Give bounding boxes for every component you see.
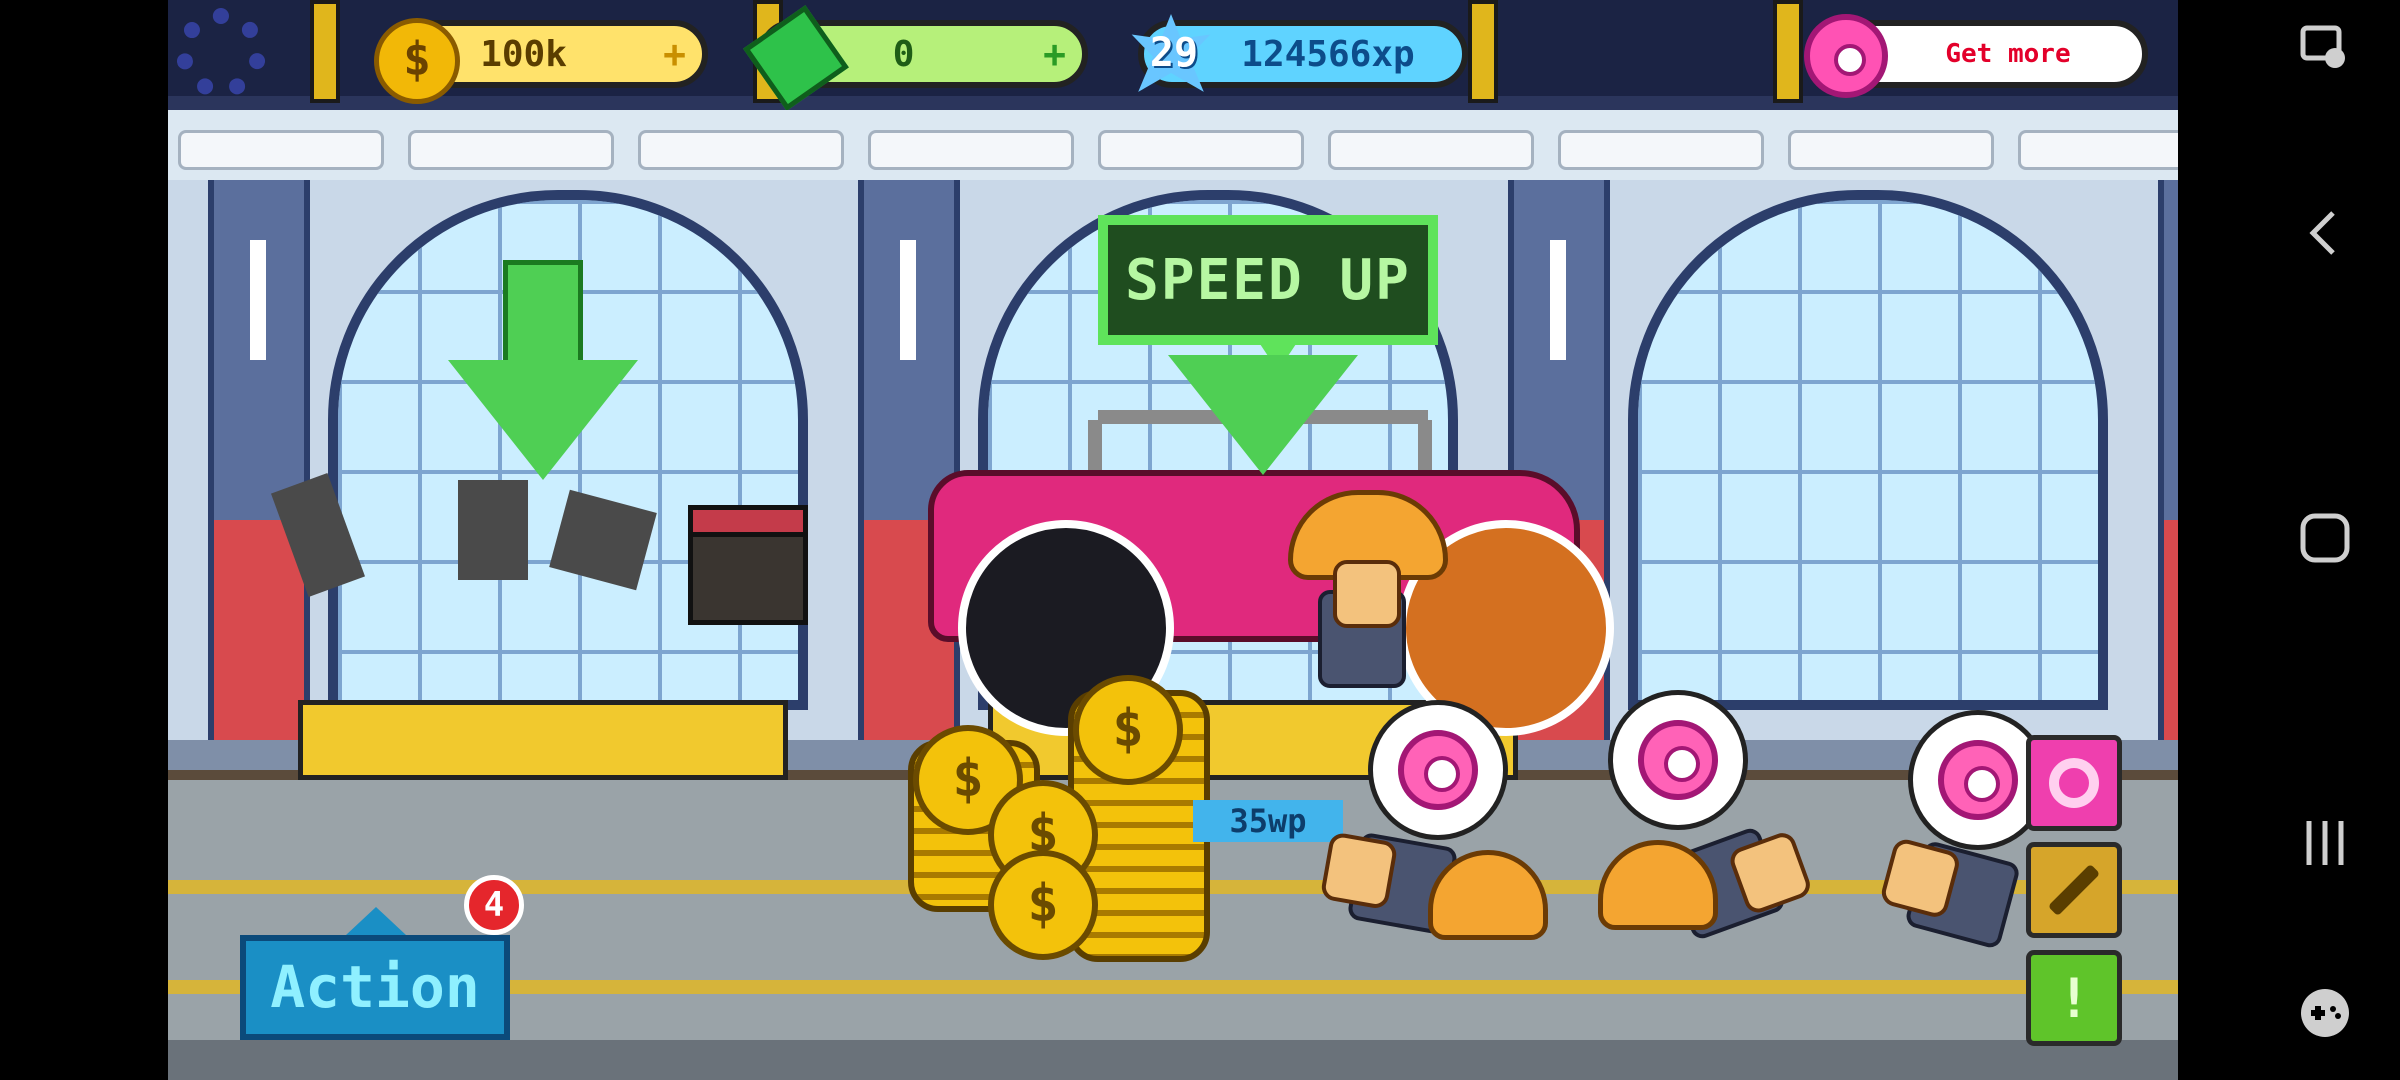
tools-button[interactable] <box>2026 842 2122 938</box>
action-label: Action <box>270 953 480 1021</box>
donut-icon <box>1804 14 1888 98</box>
assembly-track <box>298 700 788 780</box>
action-count-badge: 4 <box>464 875 524 935</box>
engine-part[interactable] <box>688 505 808 625</box>
cash-counter[interactable]: 0 + <box>743 5 1088 111</box>
player-level: 29 <box>1149 30 1199 76</box>
add-cash-icon[interactable]: + <box>1043 32 1066 76</box>
speed-up-label: SPEED UP <box>1125 247 1411 313</box>
pillar <box>208 180 310 740</box>
down-arrow-icon[interactable] <box>1168 355 1358 485</box>
hud-post <box>1773 0 1803 103</box>
screen-capture-icon[interactable] <box>2290 20 2360 90</box>
hud-post <box>1468 0 1498 103</box>
back-icon[interactable] <box>2290 205 2360 275</box>
factory-window <box>1628 190 2108 710</box>
game-tools-icon[interactable] <box>2290 985 2360 1055</box>
ceiling-lamp <box>2018 130 2178 170</box>
alerts-button[interactable]: ! <box>2026 950 2122 1046</box>
donut-shop-button[interactable] <box>2026 735 2122 831</box>
worker-points-label: 35wp <box>1193 800 1343 842</box>
home-icon[interactable] <box>2290 510 2360 580</box>
ceiling-lamp <box>1788 130 1994 170</box>
coin-counter[interactable]: $ 100k + <box>374 18 708 104</box>
xp-counter[interactable]: 29 124566xp <box>1131 14 1468 92</box>
coin-icon: $ <box>374 18 460 104</box>
get-more-donuts-button[interactable]: Get more <box>1804 14 2148 98</box>
add-coins-icon[interactable]: + <box>663 32 686 76</box>
pillar <box>2158 180 2178 740</box>
coin[interactable]: $ <box>988 850 1098 960</box>
action-button[interactable]: Action <box>240 935 510 1040</box>
donut-shop-icon <box>2049 758 2099 808</box>
ceiling-lamp <box>178 130 384 170</box>
wrench-icon <box>2047 863 2101 917</box>
pillar <box>858 180 960 740</box>
exclamation-icon: ! <box>2057 966 2091 1030</box>
coin[interactable]: $ <box>1073 675 1183 785</box>
ceiling-lamp <box>408 130 614 170</box>
ceiling-lamp <box>1098 130 1304 170</box>
speed-up-button[interactable]: SPEED UP <box>1098 215 1438 345</box>
ceiling-lamp <box>1328 130 1534 170</box>
down-arrow-icon[interactable] <box>448 260 638 480</box>
donut-request-bubble[interactable] <box>1368 700 1508 840</box>
car-part <box>458 480 528 580</box>
hud-post <box>310 0 340 103</box>
ceiling-lamp <box>638 130 844 170</box>
recents-icon[interactable] <box>2290 815 2360 885</box>
donut-request-bubble[interactable] <box>1608 690 1748 830</box>
hud-stripe <box>168 96 2178 110</box>
ceiling-lamp <box>1558 130 1764 170</box>
screen: $ 100k + 0 + 29 124566xp Get more SPEED … <box>0 0 2400 1080</box>
ceiling-lamp <box>868 130 1074 170</box>
settings-gear-icon[interactable] <box>176 8 266 98</box>
top-hud: $ 100k + 0 + 29 124566xp Get more <box>168 0 2178 111</box>
mechanic-worker[interactable] <box>1298 560 1418 690</box>
game-viewport[interactable]: $ 100k + 0 + 29 124566xp Get more SPEED … <box>168 0 2178 1080</box>
